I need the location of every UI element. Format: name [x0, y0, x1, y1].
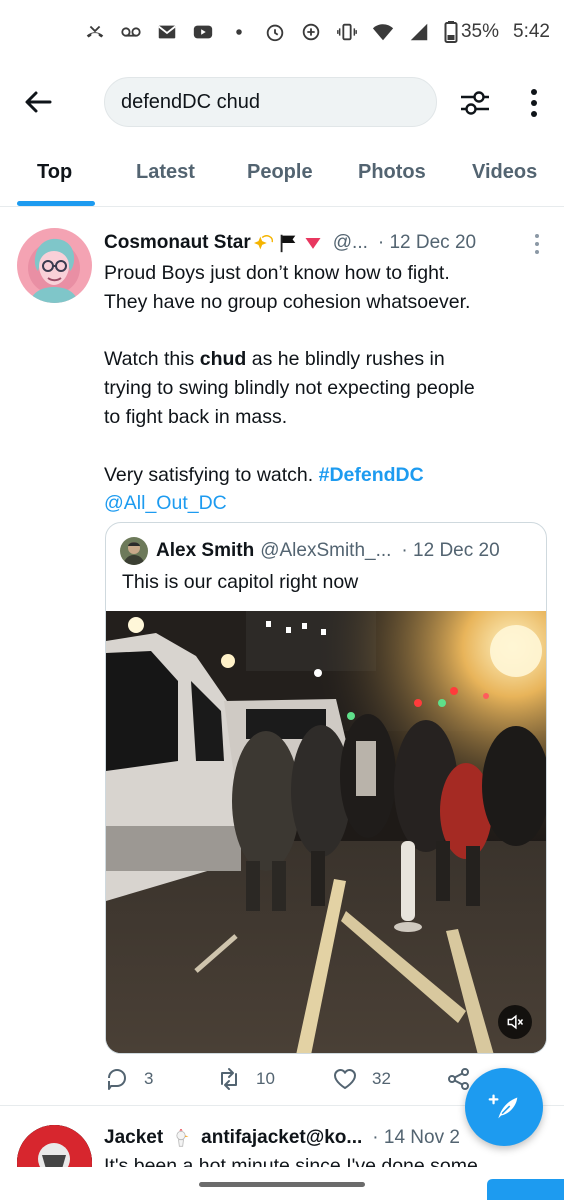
tweet-menu-icon[interactable]: [530, 232, 544, 256]
home-gesture-handle[interactable]: [199, 1182, 365, 1187]
mention-link[interactable]: @All_Out_DC: [104, 492, 227, 514]
avatar[interactable]: [17, 228, 92, 303]
share-icon: [448, 1068, 469, 1090]
tweet-header: Cosmonaut Star @... · 12 Dec 20: [104, 230, 534, 256]
like-count: 32: [372, 1069, 391, 1088]
quoted-tweet[interactable]: Alex Smith @AlexSmith_... · 12 Dec 20 Th…: [105, 522, 547, 1054]
avatar[interactable]: [17, 1125, 92, 1167]
tweet-text: Proud Boys just don’t know how to fight.…: [104, 259, 544, 518]
author-name[interactable]: Jacket: [104, 1127, 163, 1149]
like-button[interactable]: 32: [332, 1066, 391, 1092]
tweet-line: Proud Boys just don’t know how to fight.: [104, 262, 450, 284]
feather-plus-icon: [488, 1094, 518, 1119]
battery-icon: [444, 21, 458, 43]
quoted-tweet-text: This is our capitol right now: [122, 571, 359, 593]
quoted-tweet-header: Alex Smith @AlexSmith_... · 12 Dec 20: [120, 537, 540, 565]
black-flag-icon: [277, 232, 299, 254]
more-options-icon[interactable]: [520, 86, 548, 120]
author-name[interactable]: Cosmonaut Star: [104, 232, 251, 254]
search-filter-icon[interactable]: [458, 86, 492, 120]
tweet-header: Jacket antifajacket@ko... · 14 Nov 2: [104, 1127, 460, 1149]
quoted-author-name: Alex Smith: [156, 540, 255, 561]
back-arrow-icon[interactable]: [22, 86, 54, 118]
share-button[interactable]: [446, 1066, 472, 1092]
gmail-icon: [156, 21, 178, 43]
youtube-icon: [192, 21, 214, 43]
highlighted-word: chud: [199, 348, 247, 371]
tab-photos[interactable]: Photos: [358, 161, 426, 184]
search-tabs: Top Latest People Photos Videos: [0, 145, 564, 207]
reply-button[interactable]: 3: [104, 1066, 153, 1092]
alarm-icon: [264, 21, 286, 43]
tweet-date: · 12 Dec 20: [377, 232, 477, 253]
red-triangle-icon: [303, 233, 323, 253]
tab-people[interactable]: People: [247, 161, 313, 184]
chicken-icon: [171, 1128, 191, 1148]
tab-latest[interactable]: Latest: [136, 161, 195, 184]
author-handle: antifajacket@ko...: [201, 1127, 363, 1148]
search-header: defendDC chud: [0, 64, 564, 140]
video-player[interactable]: [106, 611, 546, 1053]
clock: 5:42: [513, 21, 550, 42]
retweet-count: 10: [256, 1069, 275, 1088]
author-handle: @...: [332, 232, 368, 253]
tab-top[interactable]: Top: [37, 161, 72, 184]
video-frame: [106, 611, 546, 1053]
retweet-icon: [221, 1068, 237, 1090]
hashtag-link[interactable]: #DefendDC: [319, 464, 424, 486]
vibrate-icon: [336, 21, 358, 43]
search-query: defendDC chud: [121, 90, 260, 113]
status-bar: 35% 5:42: [0, 0, 564, 64]
missed-call-icon: [84, 21, 106, 43]
dizzy-star-icon: [253, 232, 275, 254]
quoted-avatar: [120, 537, 148, 565]
wifi-icon: [372, 21, 394, 43]
search-input[interactable]: defendDC chud: [104, 77, 437, 127]
tweet-line: They have no group cohesion whatsoever.: [104, 290, 471, 313]
signal-icon: [408, 21, 430, 43]
tweet-line: to fight back in mass.: [104, 405, 288, 428]
reply-count: 3: [144, 1069, 154, 1088]
reply-icon: [108, 1069, 126, 1090]
tweet-text: It's been a hot minute since I've done s…: [104, 1155, 478, 1167]
retweet-button[interactable]: 10: [216, 1066, 275, 1092]
speaker-muted-icon: [507, 1014, 524, 1030]
active-tab-indicator: [17, 201, 95, 206]
tweet[interactable]: Cosmonaut Star @... · 12 Dec 20 Proud Bo…: [0, 214, 564, 1106]
heart-icon: [334, 1069, 356, 1089]
quoted-tweet-date: · 12 Dec 20: [401, 540, 500, 561]
tweet-date: · 14 Nov 2: [372, 1127, 460, 1148]
tweet-line: Very satisfying to watch. #DefendDC: [104, 463, 424, 486]
tweet-line: trying to swing blindly not expecting pe…: [104, 377, 475, 400]
dot-icon: [228, 21, 250, 43]
battery-percent: 35%: [460, 21, 500, 42]
bottom-nav-edge: [487, 1179, 564, 1200]
compose-tweet-button[interactable]: [465, 1068, 543, 1146]
quoted-author-handle: @AlexSmith_...: [260, 540, 392, 561]
mute-toggle[interactable]: [498, 1005, 532, 1039]
tab-videos[interactable]: Videos: [472, 161, 537, 184]
data-saver-icon: [300, 21, 322, 43]
voicemail-icon: [120, 21, 142, 43]
tweet-line: Watch this chud as he blindly rushes in: [104, 348, 445, 371]
